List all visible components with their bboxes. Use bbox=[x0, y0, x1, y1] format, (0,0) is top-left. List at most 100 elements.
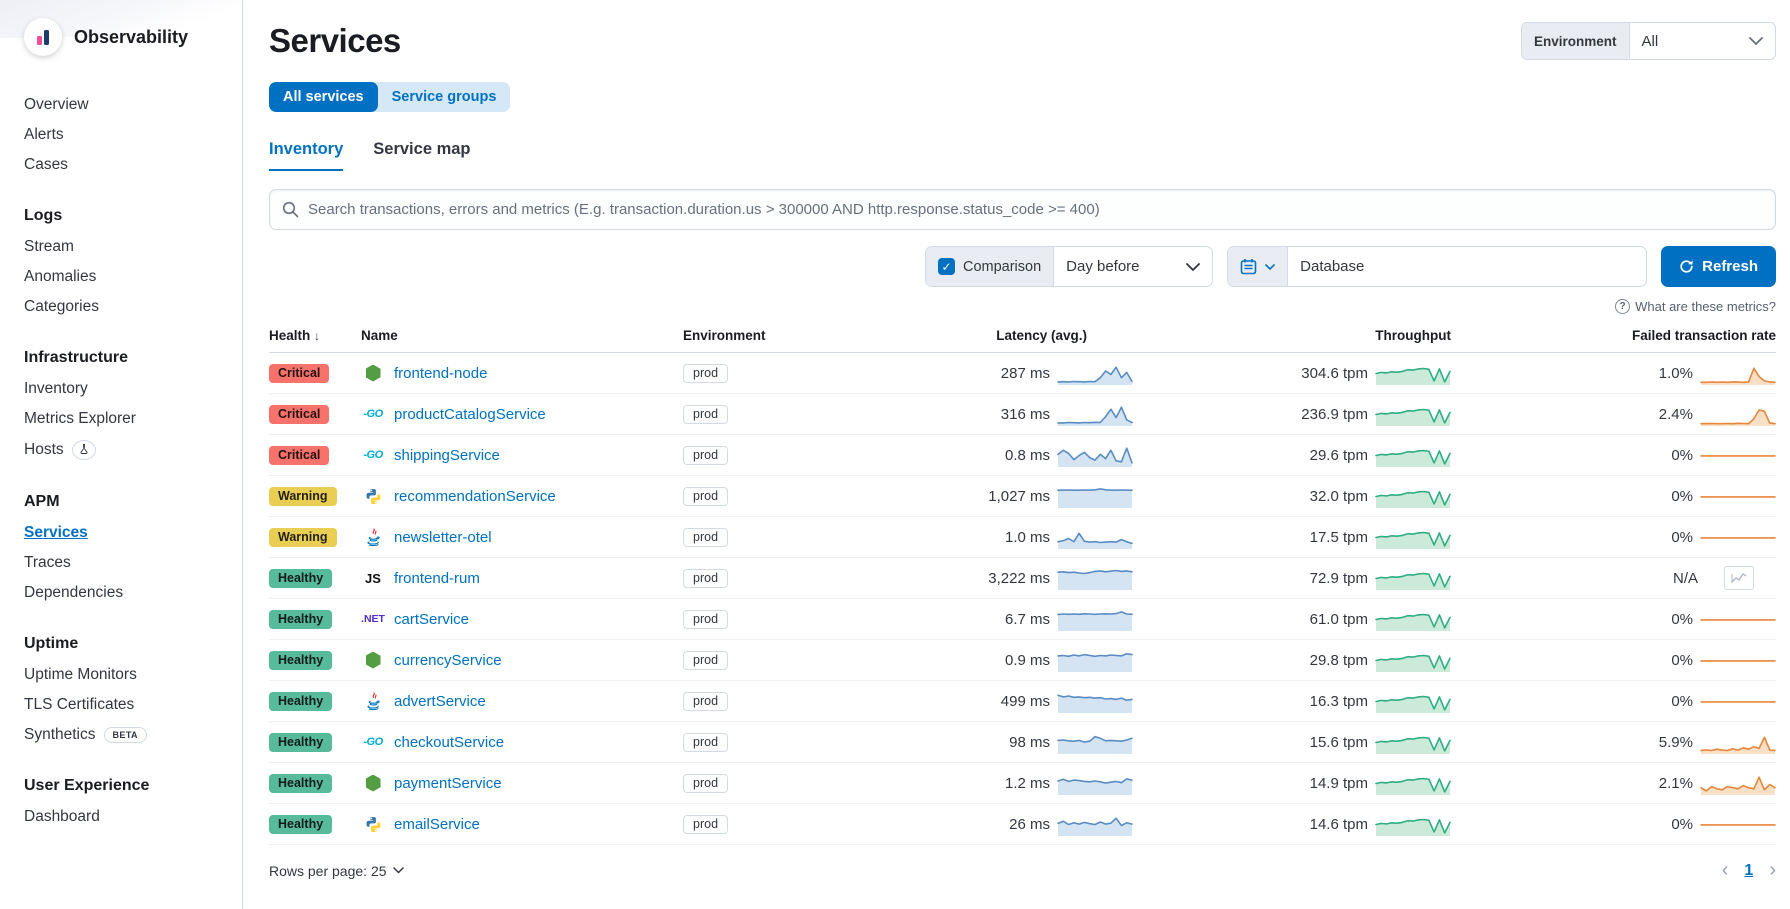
service-link[interactable]: productCatalogService bbox=[394, 406, 546, 423]
tab-inventory[interactable]: Inventory bbox=[269, 140, 343, 171]
service-link[interactable]: emailService bbox=[394, 816, 480, 833]
col-header-health[interactable]: Health ↓ bbox=[269, 320, 361, 353]
sidebar-item-alerts[interactable]: Alerts bbox=[24, 120, 242, 150]
table-row: HealthycurrencyServiceprod0.9 ms29.8 tpm… bbox=[269, 640, 1776, 681]
col-header-failed-rate[interactable]: Failed transaction rate bbox=[1451, 320, 1776, 353]
sidebar-item-stream[interactable]: Stream bbox=[24, 232, 242, 262]
toggle-service-groups[interactable]: Service groups bbox=[378, 82, 511, 112]
table-row: HealthyadvertServiceprod499 ms16.3 tpm0% bbox=[269, 681, 1776, 722]
latency-value: 499 ms bbox=[1001, 693, 1050, 710]
latency-value: 1.2 ms bbox=[1005, 775, 1050, 792]
throughput-sparkline bbox=[1375, 647, 1451, 673]
comparison-select[interactable]: Day before bbox=[1054, 247, 1212, 286]
date-picker-value[interactable]: Database bbox=[1288, 247, 1646, 286]
service-link[interactable]: cartService bbox=[394, 611, 469, 628]
latency-sparkline bbox=[1057, 811, 1133, 837]
throughput-sparkline bbox=[1375, 401, 1451, 427]
service-link[interactable]: frontend-rum bbox=[394, 570, 480, 587]
latency-sparkline bbox=[1057, 442, 1133, 468]
health-badge: Warning bbox=[269, 487, 337, 506]
nav-section-uptime: Uptime bbox=[24, 630, 242, 658]
throughput-value: 72.9 tpm bbox=[1310, 570, 1368, 587]
go-icon: -GO bbox=[361, 449, 385, 461]
throughput-sparkline bbox=[1375, 688, 1451, 714]
metrics-help-link[interactable]: ? What are these metrics? bbox=[1615, 299, 1776, 314]
table-row: Critical-GOshippingServiceprod0.8 ms29.6… bbox=[269, 435, 1776, 476]
sidebar-item-traces[interactable]: Traces bbox=[24, 548, 242, 578]
error-rate-value: 0% bbox=[1671, 529, 1693, 546]
chevron-down-icon bbox=[1749, 37, 1763, 45]
tab-service-map[interactable]: Service map bbox=[373, 140, 470, 171]
service-link[interactable]: recommendationService bbox=[394, 488, 556, 505]
col-header-name[interactable]: Name bbox=[361, 320, 683, 353]
error-rate-sparkline bbox=[1700, 606, 1776, 632]
sidebar-item-cases[interactable]: Cases bbox=[24, 150, 242, 180]
date-picker: Database bbox=[1227, 246, 1647, 287]
error-rate-value: 1.0% bbox=[1659, 365, 1693, 382]
sidebar-item-services[interactable]: Services bbox=[24, 518, 242, 548]
service-link[interactable]: checkoutService bbox=[394, 734, 504, 751]
error-rate-value: 0% bbox=[1671, 693, 1693, 710]
service-link[interactable]: advertService bbox=[394, 693, 486, 710]
sidebar-item-anomalies[interactable]: Anomalies bbox=[24, 262, 242, 292]
environment-select[interactable]: Environment All bbox=[1521, 22, 1776, 60]
comparison-checkbox[interactable]: ✓ bbox=[938, 258, 955, 275]
prev-page-button[interactable]: ‹ bbox=[1722, 859, 1729, 882]
sidebar-item-uptime-monitors[interactable]: Uptime Monitors bbox=[24, 660, 242, 690]
refresh-button[interactable]: Refresh bbox=[1661, 246, 1776, 287]
toggle-all-services[interactable]: All services bbox=[269, 82, 378, 112]
col-header-latency[interactable]: Latency (avg.) bbox=[981, 320, 1133, 353]
latency-value: 6.7 ms bbox=[1005, 611, 1050, 628]
sidebar-item-tls-certificates[interactable]: TLS Certificates bbox=[24, 690, 242, 720]
sidebar-item-hosts[interactable]: Hosts bbox=[24, 434, 242, 466]
latency-sparkline bbox=[1057, 688, 1133, 714]
health-badge: Critical bbox=[269, 446, 329, 465]
latency-sparkline bbox=[1057, 606, 1133, 632]
page-number[interactable]: 1 bbox=[1744, 862, 1753, 880]
question-circle-icon: ? bbox=[1615, 299, 1630, 314]
service-link[interactable]: paymentService bbox=[394, 775, 502, 792]
col-header-throughput[interactable]: Throughput bbox=[1133, 320, 1451, 353]
health-badge: Healthy bbox=[269, 733, 332, 752]
latency-sparkline bbox=[1057, 565, 1133, 591]
java-icon bbox=[361, 692, 385, 711]
service-link[interactable]: shippingService bbox=[394, 447, 500, 464]
tabs: Inventory Service map bbox=[269, 140, 1776, 171]
service-link[interactable]: newsletter-otel bbox=[394, 529, 492, 546]
app-logo[interactable]: Observability bbox=[24, 18, 242, 56]
sidebar-item-dashboard[interactable]: Dashboard bbox=[24, 802, 242, 832]
chevron-down-icon[interactable] bbox=[1265, 264, 1275, 270]
error-rate-value: 0% bbox=[1671, 611, 1693, 628]
services-table: Health ↓ Name Environment Latency (avg.)… bbox=[269, 320, 1776, 845]
error-rate-value: 2.4% bbox=[1659, 406, 1693, 423]
environment-badge: prod bbox=[683, 405, 728, 424]
search-bar[interactable] bbox=[269, 189, 1776, 230]
error-rate-sparkline bbox=[1700, 770, 1776, 796]
throughput-value: 29.8 tpm bbox=[1310, 652, 1368, 669]
search-input[interactable] bbox=[308, 201, 1763, 218]
sidebar-item-categories[interactable]: Categories bbox=[24, 292, 242, 322]
sidebar-item-inventory[interactable]: Inventory bbox=[24, 374, 242, 404]
calendar-icon[interactable] bbox=[1240, 258, 1257, 275]
col-header-environment[interactable]: Environment bbox=[683, 320, 981, 353]
table-row: Critical-GOproductCatalogServiceprod316 … bbox=[269, 394, 1776, 435]
health-badge: Healthy bbox=[269, 774, 332, 793]
error-rate-value: 5.9% bbox=[1659, 734, 1693, 751]
latency-sparkline bbox=[1057, 647, 1133, 673]
health-badge: Healthy bbox=[269, 610, 332, 629]
throughput-sparkline bbox=[1375, 770, 1451, 796]
service-link[interactable]: currencyService bbox=[394, 652, 502, 669]
sidebar-item-synthetics[interactable]: SyntheticsBETA bbox=[24, 720, 242, 750]
rows-per-page-selector[interactable]: Rows per page: 25 bbox=[269, 863, 404, 879]
next-page-button[interactable]: › bbox=[1769, 859, 1776, 882]
search-icon bbox=[282, 201, 299, 218]
sidebar-item-overview[interactable]: Overview bbox=[24, 90, 242, 120]
latency-value: 98 ms bbox=[1009, 734, 1050, 751]
error-rate-sparkline bbox=[1700, 811, 1776, 837]
latency-value: 0.8 ms bbox=[1005, 447, 1050, 464]
sidebar-item-metrics-explorer[interactable]: Metrics Explorer bbox=[24, 404, 242, 434]
sidebar-item-dependencies[interactable]: Dependencies bbox=[24, 578, 242, 608]
sidebar: Observability OverviewAlertsCasesLogsStr… bbox=[0, 0, 243, 909]
service-link[interactable]: frontend-node bbox=[394, 365, 487, 382]
error-rate-value: 0% bbox=[1671, 447, 1693, 464]
